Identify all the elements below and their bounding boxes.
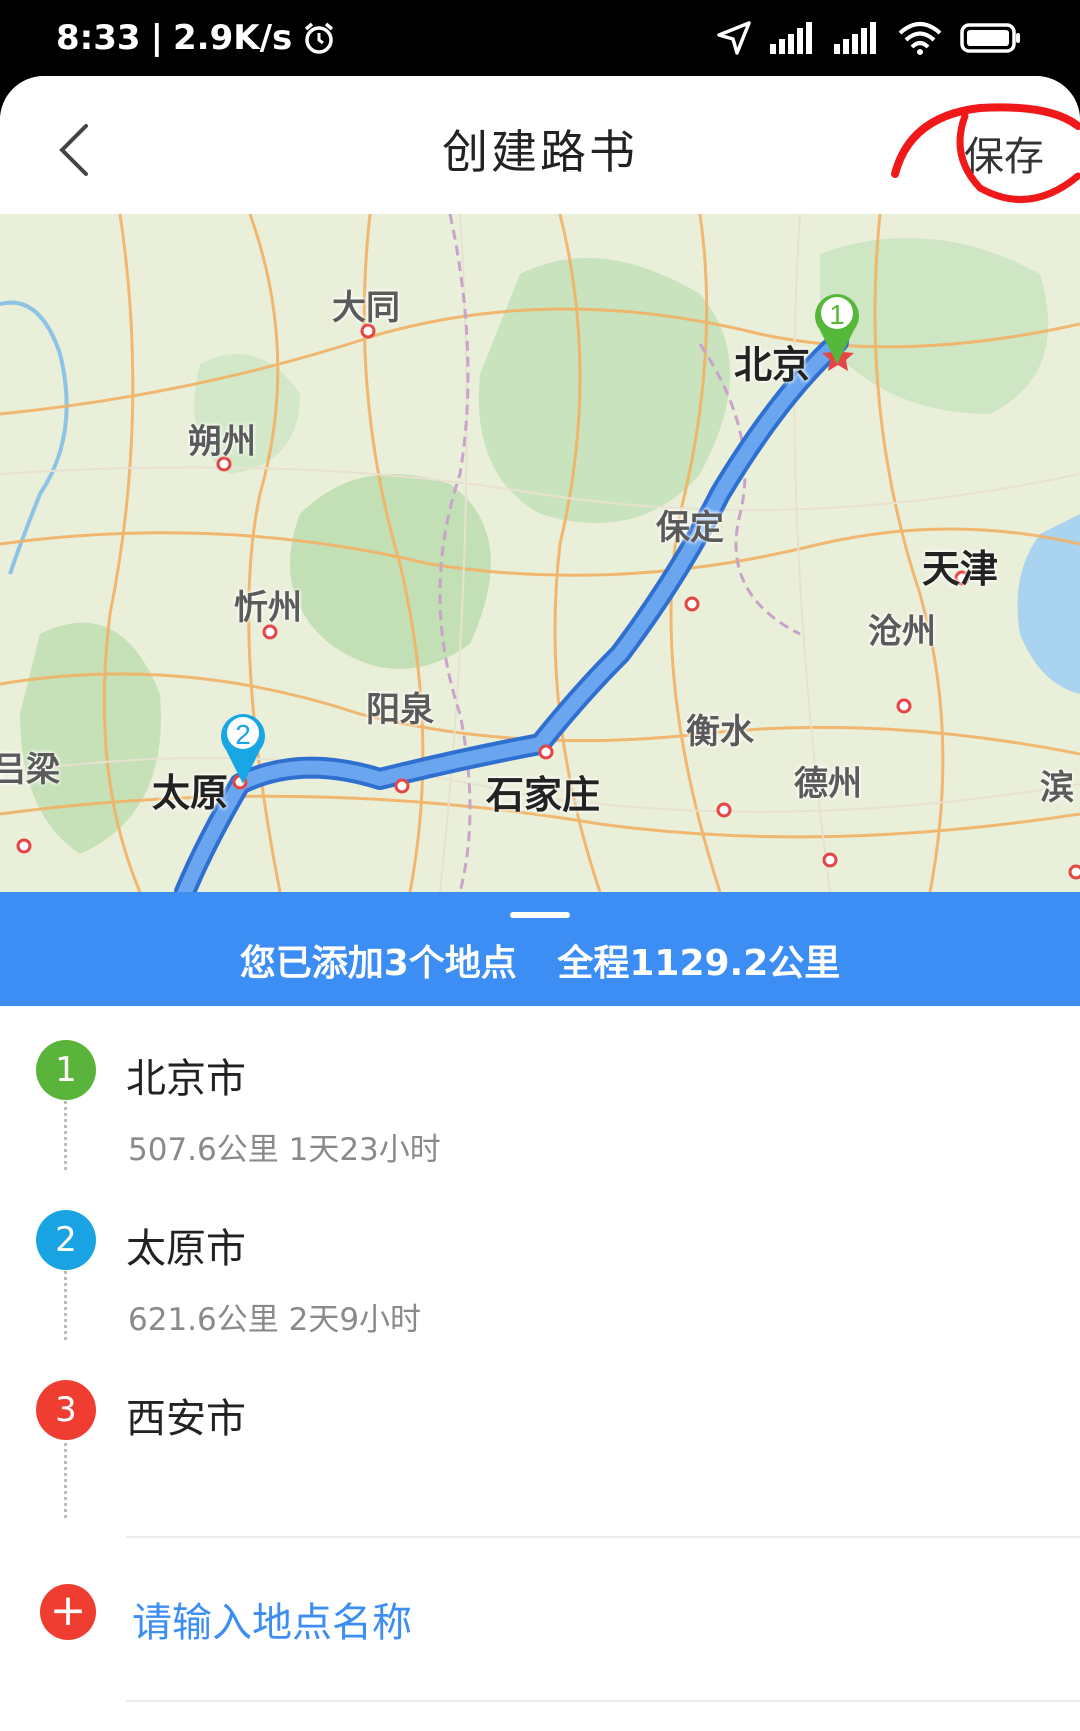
map-label-xinzhou: 忻州: [234, 588, 302, 628]
status-right: [716, 20, 1022, 56]
waypoint-name: 太原市: [126, 1226, 246, 1272]
map-label-yangquan: 阳泉: [366, 690, 434, 730]
app-sheet: 创建路书 保存 大同 朔州 忻州 太原 阳泉 石家庄 保定 北京 天津 沧州 衡…: [0, 76, 1080, 1731]
map-label-lvliang: 吕梁: [0, 750, 60, 790]
route-map[interactable]: 大同 朔州 忻州 太原 阳泉 石家庄 保定 北京 天津 沧州 衡水 德州 吕梁 …: [0, 214, 1080, 892]
signal-icon: [770, 22, 812, 54]
map-label-cangzhou: 沧州: [868, 612, 936, 652]
add-place-input[interactable]: 请输入地点名称: [132, 1590, 412, 1648]
added-count: 您已添加3个地点: [239, 943, 517, 984]
status-bar: 8:33 | 2.9K/s: [0, 0, 1080, 78]
signal-icon: [834, 22, 876, 54]
waypoint-number-badge: 1: [36, 1040, 96, 1100]
drag-handle[interactable]: [510, 912, 570, 918]
status-speed: 2.9K/s: [173, 18, 293, 58]
map-pin-2-number: 2: [235, 719, 251, 750]
wifi-icon: [898, 22, 942, 55]
divider: [126, 1536, 1080, 1538]
map-label-hengshui: 衡水: [686, 712, 754, 752]
map-pin-2-icon[interactable]: 2: [216, 706, 270, 786]
save-button[interactable]: 保存: [956, 120, 1052, 186]
status-separator: |: [150, 18, 163, 58]
plus-icon[interactable]: +: [40, 1584, 96, 1640]
battery-icon: [960, 23, 1020, 53]
map-label-binzhou: 滨: [1040, 768, 1074, 808]
map-pin-1-icon[interactable]: 1: [810, 286, 864, 366]
divider: [126, 1700, 1080, 1702]
status-time: 8:33: [56, 18, 141, 58]
map-pin-1-number: 1: [829, 299, 845, 330]
header: 创建路书 保存: [0, 76, 1080, 214]
map-label-shijiazhuang: 石家庄: [486, 773, 601, 817]
waypoint-number-badge: 2: [36, 1210, 96, 1270]
waypoint-distance-time: 621.6公里 2天9小时: [128, 1302, 422, 1338]
map-label-dezhou: 德州: [794, 764, 862, 804]
total-distance: 全程1129.2公里: [557, 943, 841, 984]
waypoint-distance-time: 507.6公里 1天23小时: [128, 1132, 441, 1168]
waypoint-list: 1 北京市 507.6公里 1天23小时 2 太原市 621.6公里 2天9小时…: [0, 1006, 1080, 1731]
map-label-tianjin: 天津: [922, 547, 999, 591]
alarm-icon: [305, 22, 334, 54]
map-label-beijing: 北京: [734, 343, 811, 387]
map-label-baoding: 保定: [656, 508, 724, 548]
waypoint-number-badge: 3: [36, 1380, 96, 1440]
map-label-datong: 大同: [332, 288, 400, 328]
route-summary-bar[interactable]: 您已添加3个地点 全程1129.2公里: [0, 892, 1080, 1006]
map-label-shuozhou: 朔州: [188, 422, 256, 462]
waypoint-name: 西安市: [126, 1396, 246, 1442]
status-left: 8:33 | 2.9K/s: [56, 18, 336, 58]
location-arrow-icon: [717, 21, 751, 55]
page-title: 创建路书: [442, 125, 638, 179]
route-summary: 您已添加3个地点 全程1129.2公里: [0, 934, 1080, 986]
waypoint-name: 北京市: [126, 1056, 246, 1102]
